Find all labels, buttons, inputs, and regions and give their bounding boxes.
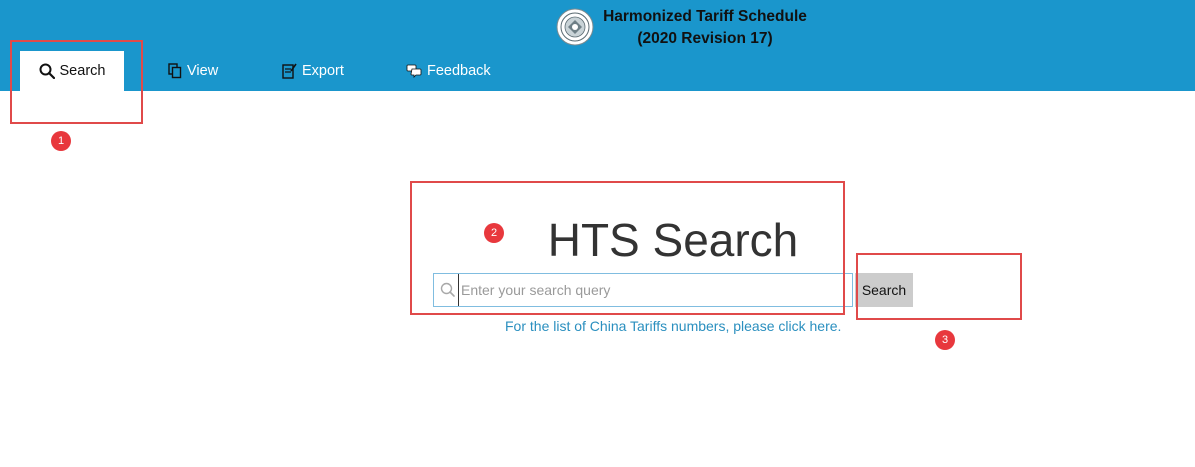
annotation-badge-3: 3 — [935, 330, 955, 350]
copy-icon — [168, 63, 182, 79]
tab-export[interactable]: Export — [282, 51, 344, 91]
tab-view[interactable]: View — [168, 51, 218, 91]
annotation-box-1 — [10, 40, 143, 124]
tab-view-label: View — [187, 63, 219, 79]
tab-export-label: Export — [302, 63, 344, 79]
china-tariffs-link[interactable]: For the list of China Tariffs numbers, p… — [505, 318, 841, 334]
header-bar: Harmonized Tariff Schedule (2020 Revisio… — [0, 0, 1195, 91]
annotation-badge-2: 2 — [484, 223, 504, 243]
title-line-1: Harmonized Tariff Schedule — [603, 8, 807, 25]
seal-icon — [556, 8, 594, 46]
title-line-2: (2020 Revision 17) — [637, 30, 773, 47]
page-title: Harmonized Tariff Schedule (2020 Revisio… — [598, 6, 812, 50]
edit-icon — [282, 63, 297, 79]
annotation-badge-1: 1 — [51, 131, 71, 151]
annotation-box-2 — [410, 181, 845, 315]
tab-feedback-label: Feedback — [427, 63, 491, 79]
chat-icon — [406, 64, 422, 78]
annotation-box-3 — [856, 253, 1022, 320]
tab-feedback[interactable]: Feedback — [406, 51, 491, 91]
